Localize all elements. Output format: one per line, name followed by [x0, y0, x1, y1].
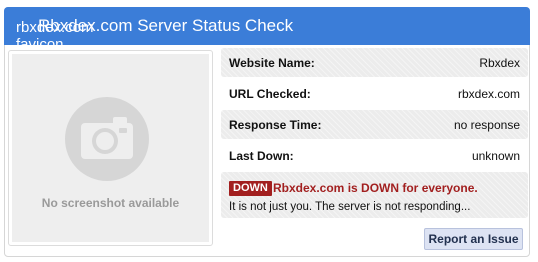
screenshot-frame: No screenshot available: [8, 50, 213, 246]
url-checked-row: URL Checked: rbxdex.com: [221, 79, 528, 108]
status-message: It is not just you. The server is not re…: [229, 201, 471, 213]
report-issue-button[interactable]: Report an Issue: [424, 228, 523, 250]
url-checked-value: rbxdex.com: [457, 87, 520, 101]
status-message-box: DOWN Rbxdex.com is DOWN for everyone. It…: [221, 172, 528, 218]
status-headline: Rbxdex.com is DOWN for everyone.: [273, 181, 478, 195]
response-time-label: Response Time:: [229, 118, 322, 132]
last-down-row: Last Down: unknown: [221, 141, 528, 170]
camera-icon: [65, 97, 149, 181]
page-title: Rbxdex.com Server Status Check: [38, 16, 294, 35]
status-badge: DOWN: [229, 181, 272, 196]
details-panel: Website Name: Rbxdex URL Checked: rbxdex…: [221, 48, 528, 218]
response-time-row: Response Time: no response: [221, 110, 528, 139]
no-screenshot-caption: No screenshot available: [41, 196, 180, 210]
last-down-label: Last Down:: [229, 149, 294, 163]
last-down-value: unknown: [471, 149, 520, 163]
url-checked-label: URL Checked:: [229, 87, 311, 101]
screenshot-placeholder: No screenshot available: [12, 54, 209, 242]
widget-header: rbxdex.com favicon Rbxdex.com Server Sta…: [4, 7, 530, 45]
website-name-label: Website Name:: [229, 56, 315, 70]
website-name-value: Rbxdex: [479, 56, 520, 70]
website-name-row: Website Name: Rbxdex: [221, 48, 528, 77]
response-time-value: no response: [453, 118, 520, 132]
